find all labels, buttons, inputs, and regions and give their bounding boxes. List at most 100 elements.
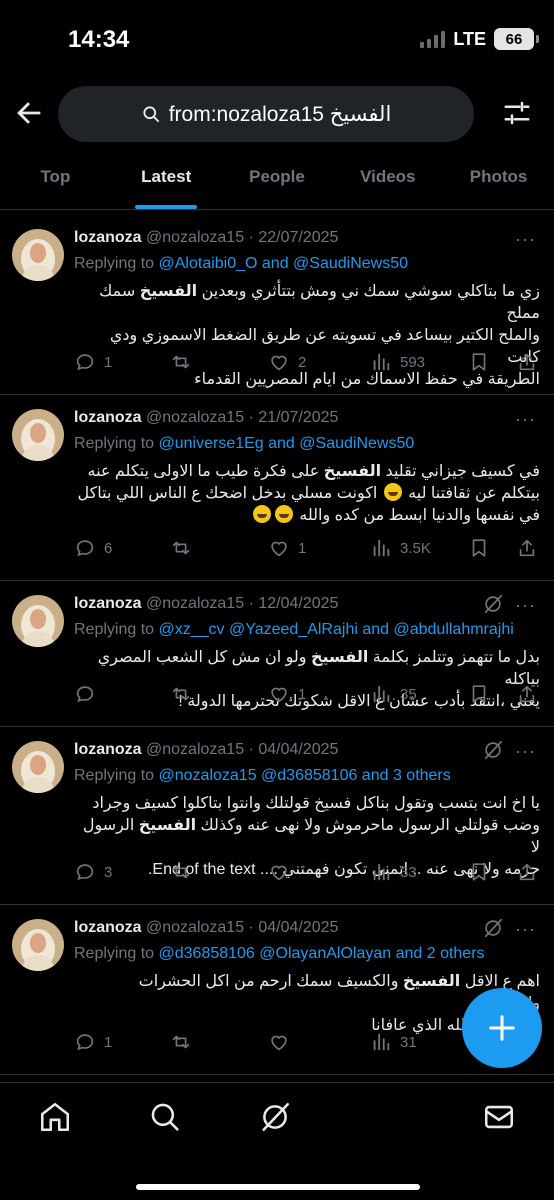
replying-to-users[interactable]: @universe1Eg and @SaudiNews50: [159, 435, 415, 452]
tab-latest[interactable]: Latest: [111, 150, 222, 209]
grok-icon[interactable]: [482, 917, 504, 939]
author-name[interactable]: lozanoza: [74, 741, 142, 758]
reply-button[interactable]: 1: [74, 351, 112, 373]
avatar[interactable]: [12, 741, 64, 793]
replying-prefix: Replying to: [74, 945, 159, 962]
tweet-line: وضب قولتلي الرسول ماحرموش ولا نهى عنه وك…: [74, 815, 540, 859]
bookmark-button[interactable]: [468, 861, 490, 883]
tweet-card[interactable]: lozanoza @nozaloza15 · 22/07/2025 ··· Repl…: [0, 215, 554, 395]
like-button[interactable]: [268, 861, 298, 883]
share-button[interactable]: [516, 861, 538, 883]
home-icon[interactable]: [38, 1100, 72, 1134]
author-name[interactable]: lozanoza: [74, 595, 142, 612]
compose-button[interactable]: [462, 988, 542, 1068]
filter-icon[interactable]: [502, 98, 532, 128]
search-query: from:nozaloza15 الفسيخ: [168, 102, 392, 126]
repost-button[interactable]: [170, 683, 200, 705]
repost-button[interactable]: [170, 861, 200, 883]
replying-to: Replying to @Alotaibi0_O and @SaudiNews5…: [74, 255, 408, 273]
tweet-actions: 1 2 593: [74, 351, 540, 375]
back-arrow-icon[interactable]: [12, 96, 46, 130]
tweet-card[interactable]: lozanoza @nozaloza15 · 12/04/2025 ··· Repl…: [0, 581, 554, 727]
tweet-feed: lozanoza @nozaloza15 · 22/07/2025 ··· Repl…: [0, 215, 554, 1075]
like-button[interactable]: 1: [268, 537, 306, 559]
more-icon[interactable]: ···: [515, 919, 536, 940]
like-button[interactable]: 1: [268, 683, 306, 705]
share-button[interactable]: [516, 683, 538, 705]
author-name[interactable]: lozanoza: [74, 409, 142, 426]
tab-top[interactable]: Top: [0, 150, 111, 209]
share-button[interactable]: [516, 537, 538, 559]
views-button[interactable]: 31: [370, 1031, 417, 1053]
reply-icon: [76, 864, 94, 881]
share-button[interactable]: [516, 351, 538, 373]
views-count: 33: [400, 863, 417, 881]
avatar[interactable]: [12, 409, 64, 461]
more-icon[interactable]: ···: [515, 595, 536, 616]
like-count: 1: [298, 539, 307, 557]
grok-icon[interactable]: [482, 739, 504, 761]
bookmark-button[interactable]: [468, 683, 490, 705]
replying-prefix: Replying to: [74, 767, 159, 784]
avatar[interactable]: [12, 229, 64, 281]
network-label: LTE: [453, 28, 486, 49]
search-input[interactable]: from:nozaloza15 الفسيخ: [58, 86, 474, 142]
tweet-card[interactable]: lozanoza @nozaloza15 · 21/07/2025 ··· Repl…: [0, 395, 554, 581]
tweet-header: lozanoza @nozaloza15 · 21/07/2025: [74, 409, 338, 427]
repost-icon: [172, 541, 190, 555]
like-icon: [271, 355, 287, 371]
reply-icon: [76, 686, 94, 703]
bookmark-button[interactable]: [468, 537, 490, 559]
replying-to-users[interactable]: @xz__cv @Yazeed_AlRajhi and @abdullahmra…: [159, 621, 514, 638]
bookmark-icon: [472, 539, 486, 557]
views-icon: [373, 539, 390, 557]
tab-videos[interactable]: Videos: [332, 150, 443, 209]
repost-button[interactable]: [170, 1031, 200, 1053]
messages-icon[interactable]: [482, 1100, 516, 1134]
search-icon: [143, 106, 159, 123]
emoji-icon: [383, 483, 402, 501]
tab-people[interactable]: People: [222, 150, 333, 209]
repost-icon: [172, 355, 190, 369]
reply-count: 6: [104, 539, 113, 557]
reply-count: 1: [104, 353, 113, 371]
more-icon[interactable]: ···: [515, 229, 536, 250]
views-button[interactable]: 35: [370, 683, 417, 705]
replying-to-users[interactable]: @d36858106 @OlayanAlOlayan and 2 others: [159, 945, 485, 962]
repost-button[interactable]: [170, 537, 200, 559]
reply-button[interactable]: 3: [74, 861, 112, 883]
avatar[interactable]: [12, 595, 64, 647]
tweet-card[interactable]: lozanoza @nozaloza15 · 04/04/2025 ··· Repl…: [0, 727, 554, 905]
grok-icon[interactable]: [482, 593, 504, 615]
author-name[interactable]: lozanoza: [74, 919, 142, 936]
more-icon[interactable]: ···: [515, 409, 536, 430]
tweet-actions: 3 33: [74, 861, 540, 885]
views-button[interactable]: 3.5K: [370, 537, 431, 559]
share-icon: [519, 353, 535, 371]
grok-nav-icon[interactable]: [258, 1100, 292, 1134]
reply-button[interactable]: 1: [74, 1031, 112, 1053]
search-row: from:nozaloza15 الفسيخ: [0, 86, 554, 142]
like-button[interactable]: [268, 1031, 298, 1053]
author-name[interactable]: lozanoza: [74, 229, 142, 246]
views-button[interactable]: 593: [370, 351, 425, 373]
like-icon: [271, 687, 287, 703]
emoji-icon: [274, 505, 293, 523]
replying-to-users[interactable]: @Alotaibi0_O and @SaudiNews50: [159, 255, 409, 272]
replying-prefix: Replying to: [74, 435, 159, 452]
reply-button[interactable]: [74, 683, 104, 705]
status-bar: 14:34 LTE 66: [0, 0, 554, 80]
tab-photos[interactable]: Photos: [443, 150, 554, 209]
views-button[interactable]: 33: [370, 861, 417, 883]
more-icon[interactable]: ···: [515, 741, 536, 762]
reply-icon: [76, 354, 94, 371]
repost-button[interactable]: [170, 351, 200, 373]
explore-icon[interactable]: [148, 1100, 182, 1134]
reply-button[interactable]: 6: [74, 537, 112, 559]
like-button[interactable]: 2: [268, 351, 306, 373]
replying-to-users[interactable]: @nozaloza15 @d36858106 and 3 others: [159, 767, 451, 784]
avatar[interactable]: [12, 919, 64, 971]
like-count: 2: [298, 353, 307, 371]
bottom-nav: [0, 1082, 554, 1200]
bookmark-button[interactable]: [468, 351, 490, 373]
